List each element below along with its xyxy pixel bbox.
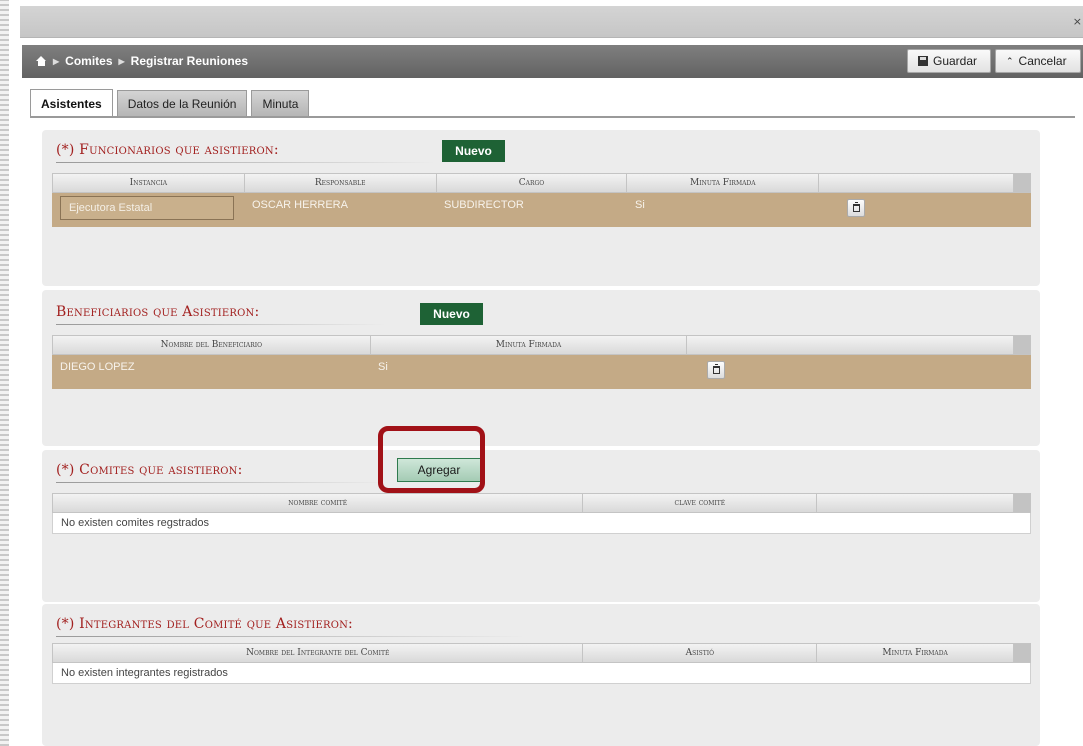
title-underline	[56, 162, 436, 163]
cell-cargo: SUBDIRECTOR	[444, 199, 524, 211]
tab-datos-reunion[interactable]: Datos de la Reunión	[116, 90, 248, 116]
new-beneficiario-button[interactable]: Nuevo	[420, 303, 483, 325]
col-actions	[687, 336, 1015, 354]
cell-minuta: Si	[378, 361, 388, 373]
integrantes-title: (*) Integrantes del Comité que Asistiero…	[56, 616, 353, 632]
cell-actions	[687, 355, 1014, 389]
col-actions	[819, 174, 1014, 192]
scrollbar[interactable]	[1014, 644, 1030, 662]
breadcrumb-item-registrar: Registrar Reuniones	[130, 54, 249, 68]
tab-bar: Asistentes Datos de la Reunión Minuta	[30, 89, 310, 117]
floppy-icon	[918, 56, 928, 66]
cell-minuta: Si	[635, 199, 645, 211]
home-icon[interactable]	[36, 55, 47, 67]
delete-button[interactable]	[847, 199, 865, 217]
trash-icon	[852, 202, 860, 212]
breadcrumb-item-comites[interactable]: Comites	[65, 54, 112, 68]
table-header: Nombre del Beneficiario Minuta Firmada	[52, 335, 1031, 355]
cell-instancia: Ejecutora Estatal	[52, 193, 244, 227]
col-minuta-firmada[interactable]: Minuta Firmada	[817, 644, 1015, 662]
empty-message: No existen comites regstrados	[52, 513, 1031, 534]
col-nombre-comite[interactable]: nombre comité	[53, 494, 584, 512]
cancel-label: Cancelar	[1018, 54, 1067, 68]
integrantes-table: Nombre del Integrante del Comité Asistió…	[52, 643, 1031, 684]
instancia-field[interactable]: Ejecutora Estatal	[60, 196, 234, 220]
save-button[interactable]: Guardar	[907, 49, 991, 73]
breadcrumb-bar: ▶ Comites ▶ Registrar Reuniones Guardar …	[22, 45, 1083, 78]
tab-asistentes[interactable]: Asistentes	[30, 89, 113, 117]
breadcrumb: ▶ Comites ▶ Registrar Reuniones	[36, 54, 248, 68]
funcionarios-title: (*) Funcionarios que asistieron:	[56, 142, 279, 158]
funcionarios-panel: (*) Funcionarios que asistieron: Nuevo I…	[42, 130, 1040, 286]
chevron-right-icon: ▶	[118, 56, 125, 66]
col-instancia[interactable]: Instancia	[53, 174, 245, 192]
col-minuta-firmada[interactable]: Minuta Firmada	[627, 174, 820, 192]
tab-minuta[interactable]: Minuta	[251, 90, 310, 116]
scrollbar[interactable]	[1014, 336, 1030, 354]
comites-table: nombre comité clave comité No existen co…	[52, 493, 1031, 534]
app-window: × ▶ Comites ▶ Registrar Reuniones Guarda…	[20, 6, 1083, 746]
close-icon[interactable]: ×	[1073, 15, 1082, 28]
col-nombre-integrante[interactable]: Nombre del Integrante del Comité	[53, 644, 584, 662]
trash-icon	[712, 364, 720, 374]
integrantes-panel: (*) Integrantes del Comité que Asistiero…	[42, 604, 1040, 746]
cancel-button[interactable]: ⌃ Cancelar	[995, 49, 1081, 73]
comites-title: (*) Comites que asistieron:	[56, 462, 243, 478]
col-actions	[817, 494, 1015, 512]
col-cargo[interactable]: Cargo	[437, 174, 628, 192]
title-underline	[56, 482, 386, 483]
beneficiarios-title: Beneficiarios que Asistieron:	[56, 304, 260, 320]
beneficiarios-table: Nombre del Beneficiario Minuta Firmada D…	[52, 335, 1031, 389]
beneficiarios-panel: Beneficiarios que Asistieron: Nuevo Nomb…	[42, 290, 1040, 446]
save-label: Guardar	[933, 54, 978, 68]
tab-divider	[30, 116, 1075, 118]
table-row: Ejecutora Estatal OSCAR HERRERA SUBDIREC…	[52, 193, 1031, 227]
funcionarios-table: Instancia Responsable Cargo Minuta Firma…	[52, 173, 1031, 227]
title-underline	[56, 636, 526, 637]
cell-responsable: OSCAR HERRERA	[252, 199, 348, 211]
cell-nombre: DIEGO LOPEZ	[60, 361, 135, 373]
table-header: Nombre del Integrante del Comité Asistió…	[52, 643, 1031, 663]
col-asistio[interactable]: Asistió	[583, 644, 818, 662]
title-underline	[56, 324, 386, 325]
empty-message: No existen integrantes registrados	[52, 663, 1031, 684]
col-responsable[interactable]: Responsable	[245, 174, 437, 192]
cell-actions	[819, 193, 1014, 227]
left-edge-pattern	[0, 0, 9, 746]
chevron-right-icon: ▶	[53, 56, 60, 66]
col-clave-comite[interactable]: clave comité	[583, 494, 818, 512]
new-funcionario-button[interactable]: Nuevo	[442, 140, 505, 162]
comites-panel: (*) Comites que asistieron: Agregar nomb…	[42, 450, 1040, 602]
table-header: Instancia Responsable Cargo Minuta Firma…	[52, 173, 1031, 193]
col-nombre-beneficiario[interactable]: Nombre del Beneficiario	[53, 336, 371, 354]
caret-up-icon: ⌃	[1006, 55, 1014, 66]
table-row: DIEGO LOPEZ Si	[52, 355, 1031, 389]
col-minuta-firmada[interactable]: Minuta Firmada	[371, 336, 688, 354]
scrollbar[interactable]	[1014, 174, 1030, 192]
highlight-annotation	[378, 426, 485, 493]
table-header: nombre comité clave comité	[52, 493, 1031, 513]
window-titlebar: ×	[20, 6, 1083, 38]
scrollbar[interactable]	[1014, 494, 1030, 512]
delete-button[interactable]	[707, 361, 725, 379]
